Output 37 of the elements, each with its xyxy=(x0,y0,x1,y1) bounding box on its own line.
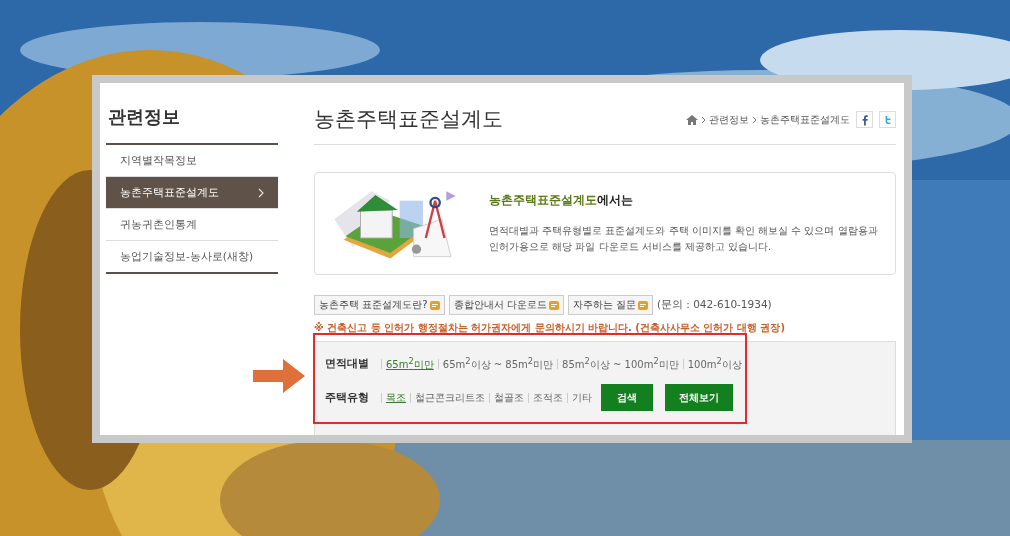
filter-option[interactable]: 65m$^{2}$이상 ~ 85m$^{2}$미만 xyxy=(442,356,554,373)
sidebar-title: 관련정보 xyxy=(106,105,278,145)
speech-bubble-icon xyxy=(429,300,440,310)
filter-option[interactable]: 철골조 xyxy=(494,390,524,405)
search-button[interactable]: 검색 xyxy=(601,384,653,412)
notice-text: ※ 건축신고 등 인허가 행정절차는 허가권자에게 문의하시기 바랍니다. (건축사사무소 인허가 대행 권장) xyxy=(314,321,786,335)
twitter-icon[interactable] xyxy=(879,111,896,128)
filter-option[interactable]: 65m$^{2}$미만 xyxy=(386,356,434,373)
view-all-button[interactable]: 전체보기 xyxy=(665,384,733,412)
intro-description: 면적대별과 주택유형별로 표준설계도와 주택 이미지를 확인 해보실 수 있으며 열람용과 인허가용으로 해당 파일 다운로드 서비스를 제공하고 있습니다. xyxy=(489,224,879,254)
link-button[interactable]: 자주하는 질문 xyxy=(567,295,653,315)
link-button[interactable]: 농촌주택 표준설계도란? xyxy=(314,295,445,315)
filter-option[interactable]: 기타 xyxy=(572,390,592,405)
filter-label: 주택유형 xyxy=(325,390,370,405)
contact-text: (문의 : 042-610-1934) xyxy=(656,298,772,312)
speech-bubble-icon xyxy=(637,300,648,310)
page-title: 농촌주택표준설계도 xyxy=(314,105,503,133)
filter-label: 면적대별 xyxy=(325,357,370,372)
facebook-icon[interactable] xyxy=(856,111,873,128)
filter-option[interactable]: 철근콘크리트조 xyxy=(415,390,485,405)
breadcrumb-link[interactable]: 농촌주택표준설계도 xyxy=(760,112,850,127)
filter-option[interactable]: 100m$^{2}$이상 xyxy=(687,356,742,373)
breadcrumb-link[interactable]: 관련정보 xyxy=(709,112,749,127)
link-button[interactable]: 종합안내서 다운로드 xyxy=(448,295,564,315)
intro-heading: 농촌주택표준설계도에서는 xyxy=(489,192,634,209)
filter-option[interactable]: 조적조 xyxy=(533,390,563,405)
home-icon[interactable] xyxy=(686,114,698,125)
sidebar-item[interactable]: 농업기술정보-농사로(새창) xyxy=(106,241,278,274)
sidebar-item[interactable]: 귀농귀촌인통계 xyxy=(106,209,278,241)
speech-bubble-icon xyxy=(548,300,559,310)
chevron-icon xyxy=(752,115,757,124)
sidebar-item[interactable]: 농촌주택표준설계도 xyxy=(106,177,278,209)
arrow-icon xyxy=(253,359,305,393)
filter-option[interactable]: 목조 xyxy=(386,390,406,405)
chevron-icon xyxy=(258,187,264,198)
filter-option[interactable]: 85m$^{2}$이상 ~ 100m$^{2}$미만 xyxy=(562,356,679,373)
chevron-icon xyxy=(701,115,706,124)
